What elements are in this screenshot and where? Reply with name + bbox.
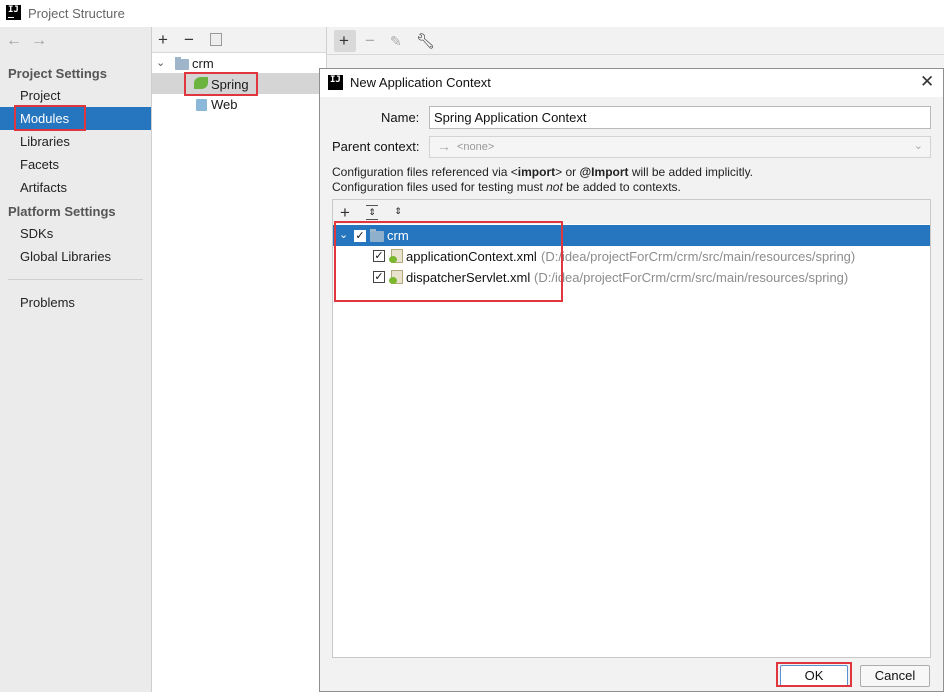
name-label: Name: <box>381 110 420 125</box>
tree-module-crm[interactable]: crm <box>192 56 214 71</box>
wrench-icon[interactable]: 🔧︎ <box>416 32 435 50</box>
parent-context-value: <none> <box>457 141 495 153</box>
collapse-all-icon[interactable]: ⇕ <box>392 205 404 218</box>
sidebar-item-global-libraries[interactable]: Global Libraries <box>20 249 111 264</box>
sidebar-item-artifacts[interactable]: Artifacts <box>20 180 67 195</box>
modules-highlight-box <box>14 105 86 131</box>
tree-facet-web[interactable]: Web <box>211 97 238 112</box>
file-path: (D:/idea/projectForCrm/crm/src/main/reso… <box>534 270 849 285</box>
sidebar-item-facets[interactable]: Facets <box>20 157 59 172</box>
module-toolbar <box>152 27 326 53</box>
info-line-import: Configuration files referenced via <impo… <box>332 165 754 179</box>
window-title-bar <box>0 0 944 27</box>
add-file-button[interactable]: + <box>340 204 350 221</box>
parent-context-select[interactable]: → <none> ⌄ <box>429 136 931 158</box>
add-module-button[interactable]: + <box>158 31 168 48</box>
sidebar-divider <box>8 279 143 280</box>
window-title: Project Structure <box>28 6 125 21</box>
remove-module-button[interactable]: − <box>184 31 194 48</box>
copy-icon[interactable] <box>210 33 222 46</box>
expand-all-icon[interactable]: ⇕ <box>366 205 378 220</box>
chevron-down-icon[interactable]: ⌄ <box>156 56 165 69</box>
web-facet-icon <box>196 99 207 111</box>
module-tree-panel <box>152 27 327 692</box>
sidebar-item-problems[interactable]: Problems <box>20 295 75 310</box>
pencil-icon[interactable]: ✎ <box>390 33 402 50</box>
intellij-logo-icon: IJ <box>6 5 21 20</box>
arrow-right-icon: → <box>437 138 451 154</box>
dialog-title: New Application Context <box>350 75 491 90</box>
intellij-logo-icon: IJ <box>328 75 343 90</box>
platform-settings-header: Platform Settings <box>8 204 116 219</box>
files-highlight-box <box>334 221 563 302</box>
facet-add-button[interactable]: + <box>339 32 349 49</box>
close-icon[interactable]: ✕ <box>920 72 934 92</box>
file-path: (D:/idea/projectForCrm/crm/src/main/reso… <box>541 249 856 264</box>
ok-highlight-box <box>776 662 852 687</box>
name-field[interactable] <box>429 106 931 129</box>
arrow-right-icon[interactable]: → <box>31 32 47 50</box>
sidebar-item-libraries[interactable]: Libraries <box>20 134 70 149</box>
sidebar-item-sdks[interactable]: SDKs <box>20 226 53 241</box>
project-settings-header: Project Settings <box>8 66 107 81</box>
chevron-down-icon: ⌄ <box>913 140 923 152</box>
facet-remove-button[interactable]: − <box>365 32 375 49</box>
arrow-left-icon[interactable]: ← <box>6 32 22 50</box>
parent-context-label: Parent context: <box>332 139 420 154</box>
sidebar-item-project[interactable]: Project <box>20 88 60 103</box>
module-folder-icon <box>175 57 189 70</box>
info-line-testing: Configuration files used for testing mus… <box>332 180 681 194</box>
spring-highlight-box <box>184 72 258 96</box>
cancel-button[interactable]: Cancel <box>860 665 930 687</box>
